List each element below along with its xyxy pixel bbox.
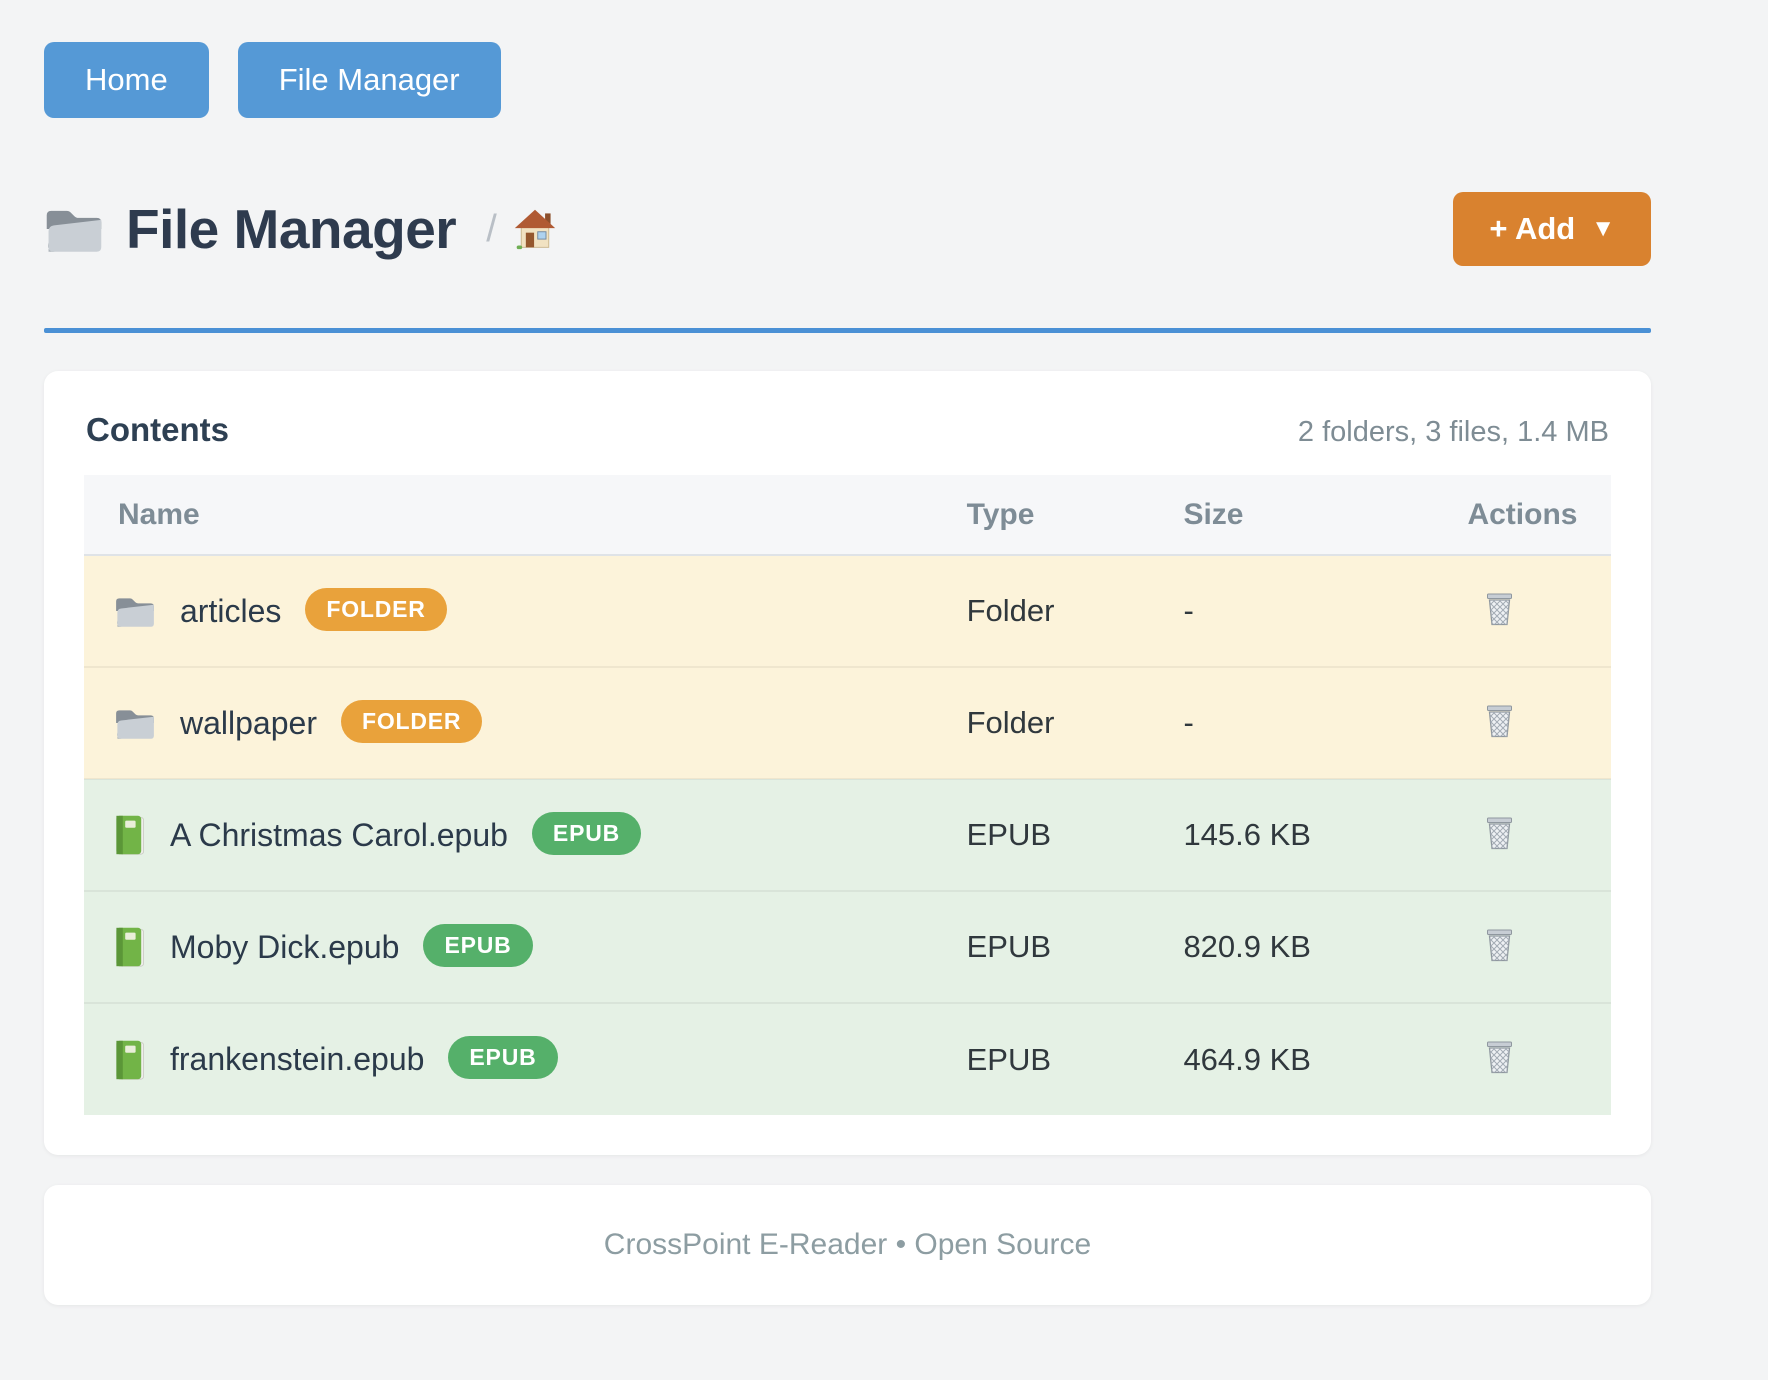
- item-size: 145.6 KB: [1183, 779, 1467, 891]
- green-book-icon: [114, 1039, 146, 1081]
- table-row: frankenstein.epub EPUB EPUB 464.9 KB: [84, 1003, 1611, 1115]
- folder-badge: FOLDER: [305, 588, 446, 631]
- item-name[interactable]: wallpaper: [180, 705, 317, 742]
- page-header: File Manager / + Add ▼: [44, 192, 1651, 266]
- page-title: File Manager: [126, 197, 456, 261]
- footer-text: CrossPoint E-Reader • Open Source: [604, 1228, 1091, 1262]
- chevron-down-icon: ▼: [1591, 215, 1615, 243]
- folder-badge: FOLDER: [341, 700, 482, 743]
- file-manager-button[interactable]: File Manager: [238, 42, 501, 118]
- contents-summary: 2 folders, 3 files, 1.4 MB: [1298, 416, 1609, 449]
- breadcrumb-separator: /: [486, 208, 497, 251]
- delete-button[interactable]: [1481, 700, 1518, 743]
- contents-header: Contents 2 folders, 3 files, 1.4 MB: [84, 411, 1611, 449]
- item-type: EPUB: [967, 891, 1184, 1003]
- item-type: EPUB: [967, 1003, 1184, 1115]
- delete-button[interactable]: [1481, 812, 1518, 855]
- folder-icon: [44, 204, 104, 254]
- item-size: -: [1183, 667, 1467, 779]
- house-icon[interactable]: [513, 207, 557, 251]
- green-book-icon: [114, 814, 146, 856]
- table-row: Moby Dick.epub EPUB EPUB 820.9 KB: [84, 891, 1611, 1003]
- item-size: 820.9 KB: [1183, 891, 1467, 1003]
- title-divider: [44, 328, 1651, 333]
- column-header-size: Size: [1183, 475, 1467, 555]
- contents-card: Contents 2 folders, 3 files, 1.4 MB Name…: [44, 371, 1651, 1155]
- folder-icon: [114, 706, 156, 740]
- item-size: 464.9 KB: [1183, 1003, 1467, 1115]
- column-header-actions: Actions: [1467, 475, 1611, 555]
- green-book-icon: [114, 926, 146, 968]
- wastebasket-icon: [1485, 1040, 1514, 1075]
- breadcrumb: /: [486, 207, 557, 251]
- item-size: -: [1183, 555, 1467, 667]
- table-row: articles FOLDER Folder -: [84, 555, 1611, 667]
- page-container: Home File Manager File Manager / + Add ▼…: [44, 0, 1651, 1305]
- home-button[interactable]: Home: [44, 42, 209, 118]
- table-header-row: Name Type Size Actions: [84, 475, 1611, 555]
- item-name[interactable]: A Christmas Carol.epub: [170, 817, 508, 854]
- contents-heading: Contents: [86, 411, 229, 449]
- item-name[interactable]: articles: [180, 593, 281, 630]
- delete-button[interactable]: [1481, 924, 1518, 967]
- delete-button[interactable]: [1481, 1036, 1518, 1079]
- wastebasket-icon: [1485, 704, 1514, 739]
- wastebasket-icon: [1485, 928, 1514, 963]
- epub-badge: EPUB: [532, 812, 641, 855]
- top-nav: Home File Manager: [44, 0, 1651, 118]
- item-type: Folder: [967, 555, 1184, 667]
- file-table: Name Type Size Actions articles FOLDER: [84, 475, 1611, 1115]
- wastebasket-icon: [1485, 816, 1514, 851]
- column-header-name: Name: [84, 475, 967, 555]
- column-header-type: Type: [967, 475, 1184, 555]
- add-button-label: + Add: [1489, 211, 1575, 247]
- footer-card: CrossPoint E-Reader • Open Source: [44, 1185, 1651, 1305]
- epub-badge: EPUB: [448, 1036, 557, 1079]
- table-row: A Christmas Carol.epub EPUB EPUB 145.6 K…: [84, 779, 1611, 891]
- item-type: Folder: [967, 667, 1184, 779]
- epub-badge: EPUB: [423, 924, 532, 967]
- item-type: EPUB: [967, 779, 1184, 891]
- item-name[interactable]: Moby Dick.epub: [170, 929, 399, 966]
- delete-button[interactable]: [1481, 588, 1518, 631]
- item-name[interactable]: frankenstein.epub: [170, 1041, 424, 1078]
- add-button[interactable]: + Add ▼: [1453, 192, 1651, 266]
- wastebasket-icon: [1485, 592, 1514, 627]
- table-row: wallpaper FOLDER Folder -: [84, 667, 1611, 779]
- folder-icon: [114, 594, 156, 628]
